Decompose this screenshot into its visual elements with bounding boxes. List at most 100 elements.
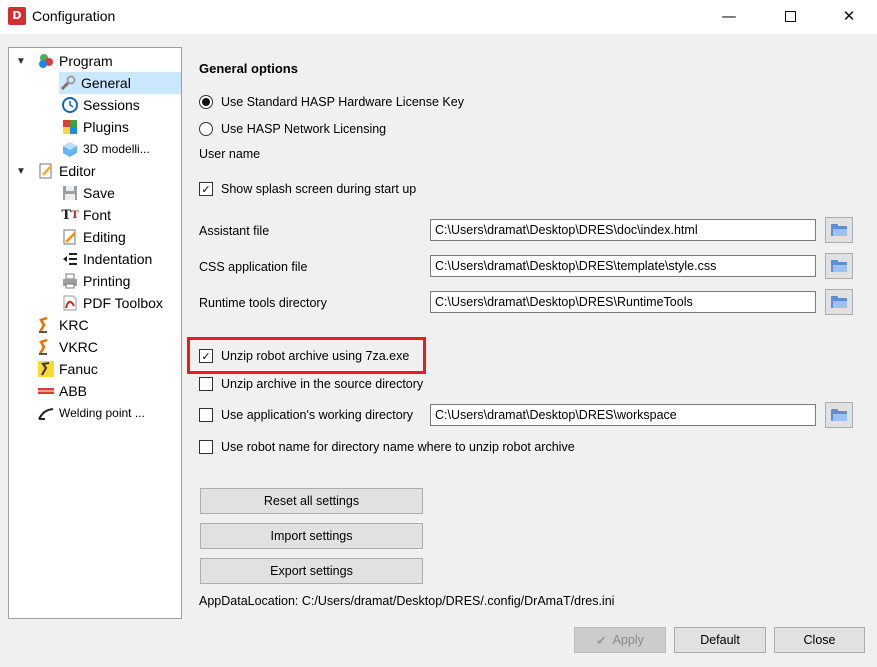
close-button[interactable]: Close <box>774 627 865 653</box>
radio-unselected[interactable] <box>199 122 213 136</box>
working-dir-checkbox[interactable]: Use application's working directory <box>199 406 413 424</box>
tree-item-program[interactable]: Program <box>37 50 113 72</box>
robot-arm-icon <box>37 338 55 356</box>
robot-name-checkbox[interactable]: Use robot name for directory name where … <box>199 438 575 456</box>
apply-button[interactable]: ✔ Apply <box>574 627 666 653</box>
close-icon: ✕ <box>842 7 856 25</box>
pencil-icon <box>61 228 79 246</box>
tree-item-label: PDF Toolbox <box>83 295 163 311</box>
checkbox-unchecked[interactable] <box>199 408 213 422</box>
tree-item-label: Editor <box>59 163 96 179</box>
pdf-icon <box>61 294 79 312</box>
tree-item-welding-point[interactable]: Welding point ... <box>37 402 145 424</box>
tree-item-abb[interactable]: ABB <box>37 380 87 402</box>
tree-item-label: Fanuc <box>59 361 98 377</box>
tree-item-save[interactable]: Save <box>61 182 115 204</box>
assistant-file-label: Assistant file <box>199 224 270 238</box>
unzip-source-checkbox[interactable]: Unzip archive in the source directory <box>199 375 423 393</box>
expand-program-chevron-icon[interactable]: ▼ <box>15 50 27 72</box>
tree-item-label: Save <box>83 185 115 201</box>
app-logo-icon: D <box>8 7 26 25</box>
wrench-icon <box>59 74 77 92</box>
save-icon <box>61 184 79 202</box>
tree-item-label: ABB <box>59 383 88 399</box>
tree-item-editing[interactable]: Editing <box>61 226 126 248</box>
program-icon <box>37 52 55 70</box>
radio-label: Use HASP Network Licensing <box>221 122 387 136</box>
browse-assistant-button[interactable] <box>825 217 853 243</box>
assistant-file-input[interactable] <box>430 219 816 241</box>
tree-item-label: Program <box>59 53 113 69</box>
tree-item-label: KRC <box>59 317 89 333</box>
minimize-icon: — <box>721 7 737 25</box>
radio-label: Use Standard HASP Hardware License Key <box>221 95 464 109</box>
window-title: Configuration <box>32 8 116 24</box>
indent-icon <box>61 250 79 268</box>
unzip-7za-checkbox[interactable]: ✓ Unzip robot archive using 7za.exe <box>199 347 409 365</box>
reset-settings-button[interactable]: Reset all settings <box>200 488 423 514</box>
robot-arm-icon <box>37 316 55 334</box>
fanuc-icon <box>37 360 55 378</box>
radio-selected[interactable] <box>199 95 213 109</box>
checkbox-label: Unzip archive in the source directory <box>221 377 424 391</box>
cube-icon <box>61 140 79 158</box>
apply-label: Apply <box>612 633 644 647</box>
tree-item-sessions[interactable]: Sessions <box>61 94 140 116</box>
checkbox-checked[interactable]: ✓ <box>199 349 213 363</box>
css-file-input[interactable] <box>430 255 816 277</box>
license-standard-radio[interactable]: Use Standard HASP Hardware License Key <box>199 93 464 111</box>
tree-item-label: Printing <box>83 273 131 289</box>
tree-item-vkrc[interactable]: VKRC <box>37 336 98 358</box>
checkbox-unchecked[interactable] <box>199 440 213 454</box>
tree-item-label: Indentation <box>83 251 153 267</box>
tree-item-printing[interactable]: Printing <box>61 270 130 292</box>
tree-item-plugins[interactable]: Plugins <box>61 116 129 138</box>
tree-item-label: VKRC <box>59 339 98 355</box>
checkbox-checked[interactable]: ✓ <box>199 182 213 196</box>
minimize-button[interactable]: — <box>706 0 752 32</box>
section-title: General options <box>199 61 298 76</box>
import-settings-button[interactable]: Import settings <box>200 523 423 549</box>
checkmark-icon: ✔ <box>596 632 607 648</box>
maximize-button[interactable] <box>767 0 813 32</box>
tree-item-label: 3D modelli... <box>83 142 150 156</box>
close-window-button[interactable]: ✕ <box>826 0 872 32</box>
export-settings-button[interactable]: Export settings <box>200 558 423 584</box>
clock-icon <box>61 96 79 114</box>
browse-runtime-button[interactable] <box>825 289 853 315</box>
folder-open-icon <box>831 409 847 421</box>
tree-item-general[interactable]: General <box>59 72 181 94</box>
tree-item-krc[interactable]: KRC <box>37 314 89 336</box>
folder-open-icon <box>831 224 847 236</box>
default-button[interactable]: Default <box>674 627 766 653</box>
expand-editor-chevron-icon[interactable]: ▼ <box>15 160 27 182</box>
tree-item-indentation[interactable]: Indentation <box>61 248 152 270</box>
license-network-radio[interactable]: Use HASP Network Licensing <box>199 120 386 138</box>
tree-item-fanuc[interactable]: Fanuc <box>37 358 98 380</box>
font-icon: TT <box>61 207 79 223</box>
tree-item-label: Welding point ... <box>59 406 145 420</box>
tree-item-pdf-toolbox[interactable]: PDF Toolbox <box>61 292 163 314</box>
runtime-dir-label: Runtime tools directory <box>199 296 327 310</box>
tree-item-editor[interactable]: Editor <box>37 160 96 182</box>
folder-open-icon <box>831 260 847 272</box>
tree-item-font[interactable]: TT Font <box>61 204 111 226</box>
printer-icon <box>61 272 79 290</box>
splash-checkbox[interactable]: ✓ Show splash screen during start up <box>199 180 416 198</box>
browse-css-button[interactable] <box>825 253 853 279</box>
working-dir-input[interactable] <box>430 404 816 426</box>
checkbox-label: Unzip robot archive using 7za.exe <box>221 349 410 363</box>
tree-item-label: Font <box>83 207 112 223</box>
user-name-label: User name <box>199 147 261 161</box>
editor-icon <box>37 162 55 180</box>
plugin-icon <box>61 118 79 136</box>
runtime-dir-input[interactable] <box>430 291 816 313</box>
tree-item-3d-modelling[interactable]: 3D modelli... <box>61 138 150 160</box>
settings-tree[interactable]: ▼ Program General Sessions Plugins 3D mo… <box>8 47 182 619</box>
browse-working-dir-button[interactable] <box>825 402 853 428</box>
checkbox-unchecked[interactable] <box>199 377 213 391</box>
css-file-label: CSS application file <box>199 260 308 274</box>
title-bar: D Configuration — ✕ <box>0 0 877 34</box>
tree-item-label: Plugins <box>83 119 129 135</box>
maximize-icon <box>784 10 796 22</box>
